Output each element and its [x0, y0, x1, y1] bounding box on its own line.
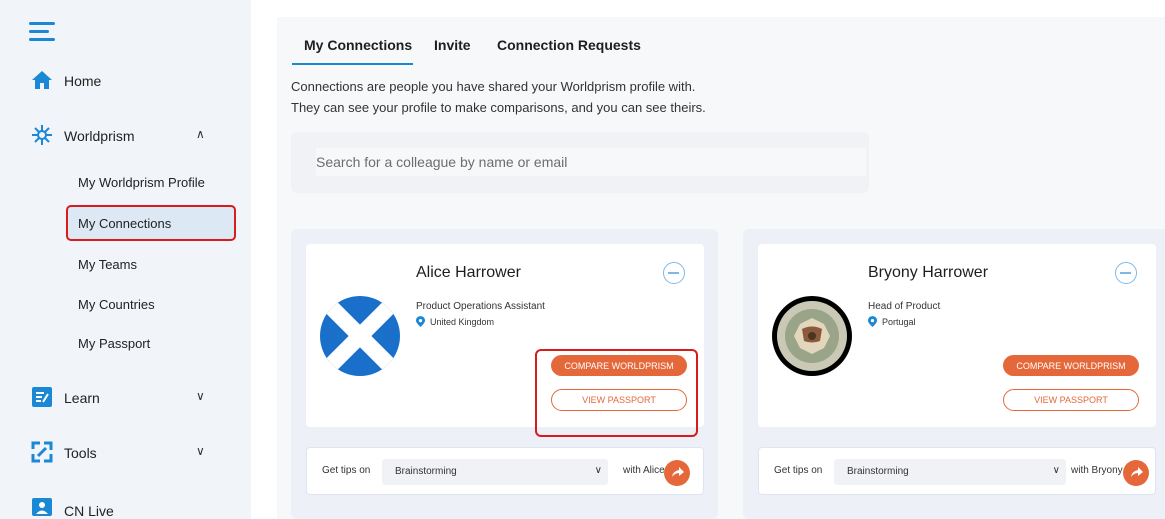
location-pin-icon — [416, 316, 425, 327]
sidebar-item-my-worldprism-profile[interactable]: My Worldprism Profile — [78, 175, 205, 190]
connection-location: Portugal — [882, 317, 916, 327]
tips-topic-select[interactable]: Brainstorming ∨ — [834, 459, 1066, 485]
nav-cn-live[interactable]: CN Live — [0, 494, 251, 519]
avatar-scotland-flag — [320, 296, 400, 376]
tab-my-connections[interactable]: My Connections — [304, 37, 412, 53]
sidebar-item-my-teams[interactable]: My Teams — [78, 257, 137, 272]
cn-live-icon — [32, 498, 52, 516]
hamburger-menu-icon[interactable] — [29, 22, 55, 42]
active-tab-underline — [292, 63, 413, 65]
buttons-highlight-box — [535, 349, 698, 437]
view-passport-button[interactable]: VIEW PASSPORT — [1003, 389, 1139, 411]
nav-tools[interactable]: Tools ∨ — [0, 438, 251, 468]
tips-label: Get tips on — [322, 465, 371, 476]
nav-home[interactable]: Home — [0, 66, 251, 96]
remove-connection-button[interactable] — [663, 262, 685, 284]
tips-with-label: with Bryony — [1071, 465, 1123, 476]
chevron-down-icon: ∨ — [594, 465, 602, 476]
connection-card-body: Bryony Harrower Head of Product Portugal… — [758, 244, 1156, 427]
avatar-moth-emblem — [772, 296, 852, 376]
nav-cn-live-label: CN Live — [64, 503, 114, 519]
compare-worldprism-button[interactable]: COMPARE WORLDPRISM — [1003, 355, 1139, 376]
learn-icon — [32, 387, 52, 407]
tips-topic-value: Brainstorming — [395, 466, 457, 477]
chevron-up-icon: ∧ — [196, 127, 205, 141]
tab-invite[interactable]: Invite — [434, 37, 471, 53]
tips-topic-value: Brainstorming — [847, 466, 909, 477]
connection-role: Head of Product — [868, 301, 941, 312]
search-input[interactable] — [316, 148, 866, 176]
arrow-icon — [1131, 467, 1143, 477]
tips-bar: Get tips on Brainstorming ∨ with Bryony — [758, 447, 1156, 495]
tips-label: Get tips on — [774, 465, 823, 476]
nav-home-label: Home — [64, 73, 102, 89]
scotland-flag-icon — [320, 296, 400, 376]
sidebar-item-my-passport[interactable]: My Passport — [78, 336, 150, 351]
chevron-down-icon: ∨ — [1052, 465, 1060, 476]
tab-connection-requests[interactable]: Connection Requests — [497, 37, 641, 53]
nav-worldprism-label: Worldprism — [64, 128, 135, 144]
tips-topic-select[interactable]: Brainstorming ∨ — [382, 459, 608, 485]
sidebar: Home Worldprism ∧ My Worldprism Profile … — [0, 0, 251, 519]
get-tips-arrow-button[interactable] — [1123, 460, 1149, 486]
home-icon — [32, 71, 52, 89]
connection-card: Bryony Harrower Head of Product Portugal… — [743, 229, 1165, 519]
nav-worldprism[interactable]: Worldprism ∧ — [0, 121, 251, 151]
main-content: My Connections Invite Connection Request… — [277, 17, 1165, 519]
connection-name: Bryony Harrower — [868, 264, 989, 281]
moth-emblem-icon — [777, 301, 847, 371]
intro-line-2: They can see your profile to make compar… — [291, 100, 706, 115]
tips-with-label: with Alice — [623, 465, 665, 476]
nav-tools-label: Tools — [64, 445, 97, 461]
intro-line-1: Connections are people you have shared y… — [291, 79, 696, 94]
connection-role: Product Operations Assistant — [416, 301, 545, 312]
sidebar-item-my-connections[interactable]: My Connections — [78, 216, 171, 231]
nav-learn-label: Learn — [64, 390, 100, 406]
connection-name: Alice Harrower — [416, 264, 521, 281]
get-tips-arrow-button[interactable] — [664, 460, 690, 486]
tips-bar: Get tips on Brainstorming ∨ with Alice — [306, 447, 704, 495]
nav-learn[interactable]: Learn ∨ — [0, 383, 251, 413]
chevron-down-icon: ∨ — [196, 444, 205, 458]
sidebar-item-my-countries[interactable]: My Countries — [78, 297, 155, 312]
search-container — [291, 132, 869, 193]
connection-location: United Kingdom — [430, 317, 495, 327]
location-pin-icon — [868, 316, 877, 327]
tools-icon — [31, 441, 53, 463]
remove-connection-button[interactable] — [1115, 262, 1137, 284]
worldprism-icon — [32, 125, 52, 145]
arrow-icon — [672, 467, 684, 477]
chevron-down-icon: ∨ — [196, 389, 205, 403]
